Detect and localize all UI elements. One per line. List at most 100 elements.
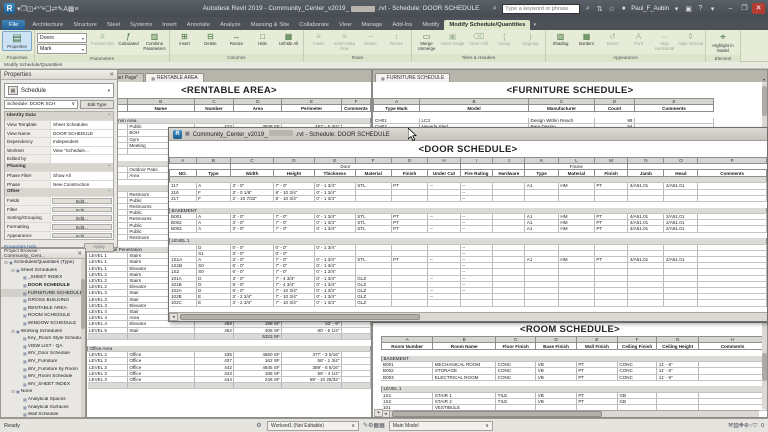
- column-header[interactable]: Room Number: [382, 343, 433, 350]
- edit-button[interactable]: Edit...: [52, 207, 112, 213]
- shading-button[interactable]: ▨Shading: [548, 31, 573, 47]
- tree-item-wv-sheet-index[interactable]: ▦WV_SHEET INDEX: [1, 381, 81, 389]
- column-header[interactable]: Floor Finish: [496, 343, 536, 350]
- tree-item-furniture-schedule[interactable]: ▦FURNITURE SCHEDULE: [1, 289, 81, 297]
- tree-item-wall-schedule[interactable]: ▦Wall Schedule: [1, 411, 81, 417]
- borders-button[interactable]: ▦Borders: [574, 31, 599, 47]
- horizontal-scrollbar[interactable]: ◂: [381, 410, 759, 417]
- edit-button[interactable]: Edit...: [52, 224, 112, 230]
- user-name[interactable]: Paul_F_Aubin: [631, 6, 669, 12]
- schedule-cell[interactable]: [594, 300, 628, 306]
- schedule-cell[interactable]: [234, 383, 282, 389]
- resize-button[interactable]: ↔Resize: [224, 31, 249, 47]
- column-header[interactable]: Height: [273, 170, 314, 177]
- column-header[interactable]: Finish: [391, 170, 428, 177]
- ribbon-tab-steel[interactable]: Steel: [102, 20, 125, 30]
- close-icon[interactable]: ✕: [752, 3, 765, 14]
- property-value[interactable]: New Construction: [51, 181, 113, 189]
- tree-item-working-schedules[interactable]: ⊟▣Working Schedules: [1, 327, 81, 335]
- column-header[interactable]: Comments: [341, 105, 370, 112]
- tree-item-sheet-schedules[interactable]: ⊟▣Sheet Schedules: [1, 267, 81, 275]
- property-value[interactable]: [51, 155, 113, 163]
- ribbon-tab-analyze[interactable]: Analyze: [215, 20, 246, 30]
- ribbon-tab-systems[interactable]: Systems: [125, 20, 157, 30]
- vertical-scrollbar[interactable]: [81, 259, 85, 417]
- column-header[interactable]: Finish: [594, 170, 628, 177]
- ribbon-tab-add-ins[interactable]: Add-Ins: [387, 20, 417, 30]
- column-header[interactable]: Model: [420, 105, 529, 112]
- restore-icon[interactable]: ❐: [738, 3, 751, 14]
- workset-selector[interactable]: Workset1 (Not Editable)∨: [267, 421, 359, 431]
- ribbon-tab-manage[interactable]: Manage: [356, 20, 387, 30]
- column-header[interactable]: Material: [558, 170, 594, 177]
- column-header[interactable]: Under Cut: [428, 170, 460, 177]
- schedule-cell[interactable]: [558, 300, 594, 306]
- column-header[interactable]: Ceiling Finish: [617, 343, 656, 350]
- tree-item-schedules-quantities-type[interactable]: ⊟▣Schedules/Quantities (Type): [1, 259, 81, 267]
- minimize-icon[interactable]: –: [724, 3, 737, 14]
- caret-down-icon[interactable]: ▾: [672, 5, 681, 13]
- column-header[interactable]: Type: [196, 170, 230, 177]
- schedule-cell[interactable]: [127, 383, 194, 389]
- app-store-icon[interactable]: ▣: [684, 5, 693, 13]
- column-header[interactable]: Comments: [635, 105, 714, 112]
- ribbon-tab-structure[interactable]: Structure: [68, 20, 102, 30]
- column-header[interactable]: Room Name: [433, 343, 496, 350]
- sign-in-icon[interactable]: ⇅: [595, 5, 604, 13]
- ribbon-tab-architecture[interactable]: Architecture: [27, 20, 68, 30]
- tree-item-gross-building[interactable]: ▦GROSS BUILDING: [1, 297, 81, 305]
- edit-button[interactable]: Edit...: [52, 215, 112, 221]
- schedule-cell[interactable]: [341, 383, 370, 389]
- column-header[interactable]: Hardware: [493, 170, 525, 177]
- column-header[interactable]: Manufacturer: [529, 105, 595, 112]
- column-header[interactable]: Wall Finish: [576, 343, 617, 350]
- tab-rentable-area[interactable]: ▦RENTABLE AREA: [145, 73, 204, 82]
- schedule-cell[interactable]: 7' - 10 3/4": [273, 300, 314, 306]
- insert-button[interactable]: ⊞Insert: [172, 31, 197, 47]
- tree-item-view-list-qa[interactable]: ▦VIEW LIST - QA: [1, 343, 81, 351]
- door-window-title-bar[interactable]: R ▦ Community_Center_v2019_.rvt - Schedu…: [169, 128, 767, 141]
- merge-unmerge-button[interactable]: ▭Merge Unmerge: [414, 31, 439, 52]
- column-header[interactable]: Area: [234, 105, 282, 112]
- column-header[interactable]: Comments: [698, 170, 767, 177]
- tree-item-wv-furniture-by-room[interactable]: ▦WV_Furniture by Room: [1, 365, 81, 373]
- schedule-cell[interactable]: 3' - 2 3/4": [231, 300, 274, 306]
- column-header[interactable]: Number: [194, 105, 234, 112]
- ribbon-tab-massing-site[interactable]: Massing & Site: [246, 20, 295, 30]
- workset-icon[interactable]: ⚙: [255, 422, 263, 429]
- chevron-down-icon[interactable]: ▾: [374, 409, 383, 417]
- tree-item-door-schedule[interactable]: ▦DOOR SCHEDULE: [1, 282, 81, 290]
- list-icon[interactable]: ≡: [75, 6, 79, 13]
- column-header[interactable]: Perimeter: [282, 105, 342, 112]
- delete-button[interactable]: ⊟Delete: [198, 31, 223, 47]
- caret-down-icon[interactable]: ▾: [708, 5, 717, 13]
- tree-item-sheet-index[interactable]: ▦_SHEET INDEX: [1, 274, 81, 282]
- ribbon-tab-collaborate[interactable]: Collaborate: [294, 20, 334, 30]
- column-header[interactable]: Base Finish: [536, 343, 577, 350]
- scroll-left-icon[interactable]: ◂: [169, 313, 178, 321]
- close-icon[interactable]: ✕: [77, 251, 82, 257]
- combine-parameters-button[interactable]: ▥Combine Parameters: [142, 31, 167, 52]
- grid-icon[interactable]: ▦: [68, 6, 75, 13]
- apply-button[interactable]: Apply: [84, 243, 114, 252]
- type-selector[interactable]: ▦ Schedule ▾: [4, 83, 114, 98]
- hide-button[interactable]: □Hide: [250, 31, 275, 47]
- calculated-button[interactable]: ƒCalculated: [116, 31, 141, 47]
- mark-select[interactable]: Mark▾: [37, 44, 87, 54]
- column-header[interactable]: Type: [525, 170, 559, 177]
- filter-icon[interactable]: ▽: [753, 423, 758, 429]
- property-value[interactable]: View "Schedule...: [51, 147, 113, 155]
- tree-item-wv-door-schedule[interactable]: ▦WV_Door Schedule: [1, 350, 81, 358]
- design-option-selector[interactable]: Main Model∨: [389, 421, 493, 431]
- column-header[interactable]: Head: [664, 170, 698, 177]
- tree-item-analytical-surfaces[interactable]: ▦Analytical Surfaces: [1, 403, 81, 411]
- tree-item-window-schedule[interactable]: ▦WINDOW SCHEDULE: [1, 320, 81, 328]
- help-icon[interactable]: ?: [696, 5, 705, 12]
- property-value[interactable]: Independent: [51, 138, 113, 146]
- tree-item-room-schedule[interactable]: ▦ROOM SCHEDULE: [1, 312, 81, 320]
- properties-button[interactable]: ▤Properties: [2, 31, 32, 51]
- vertical-scrollbar[interactable]: [762, 323, 767, 409]
- ribbon-tab-file[interactable]: File: [2, 20, 25, 30]
- tree-item-analytical-spaces[interactable]: ▦Analytical Spaces: [1, 396, 81, 404]
- column-header[interactable]: Fire Rating: [460, 170, 493, 177]
